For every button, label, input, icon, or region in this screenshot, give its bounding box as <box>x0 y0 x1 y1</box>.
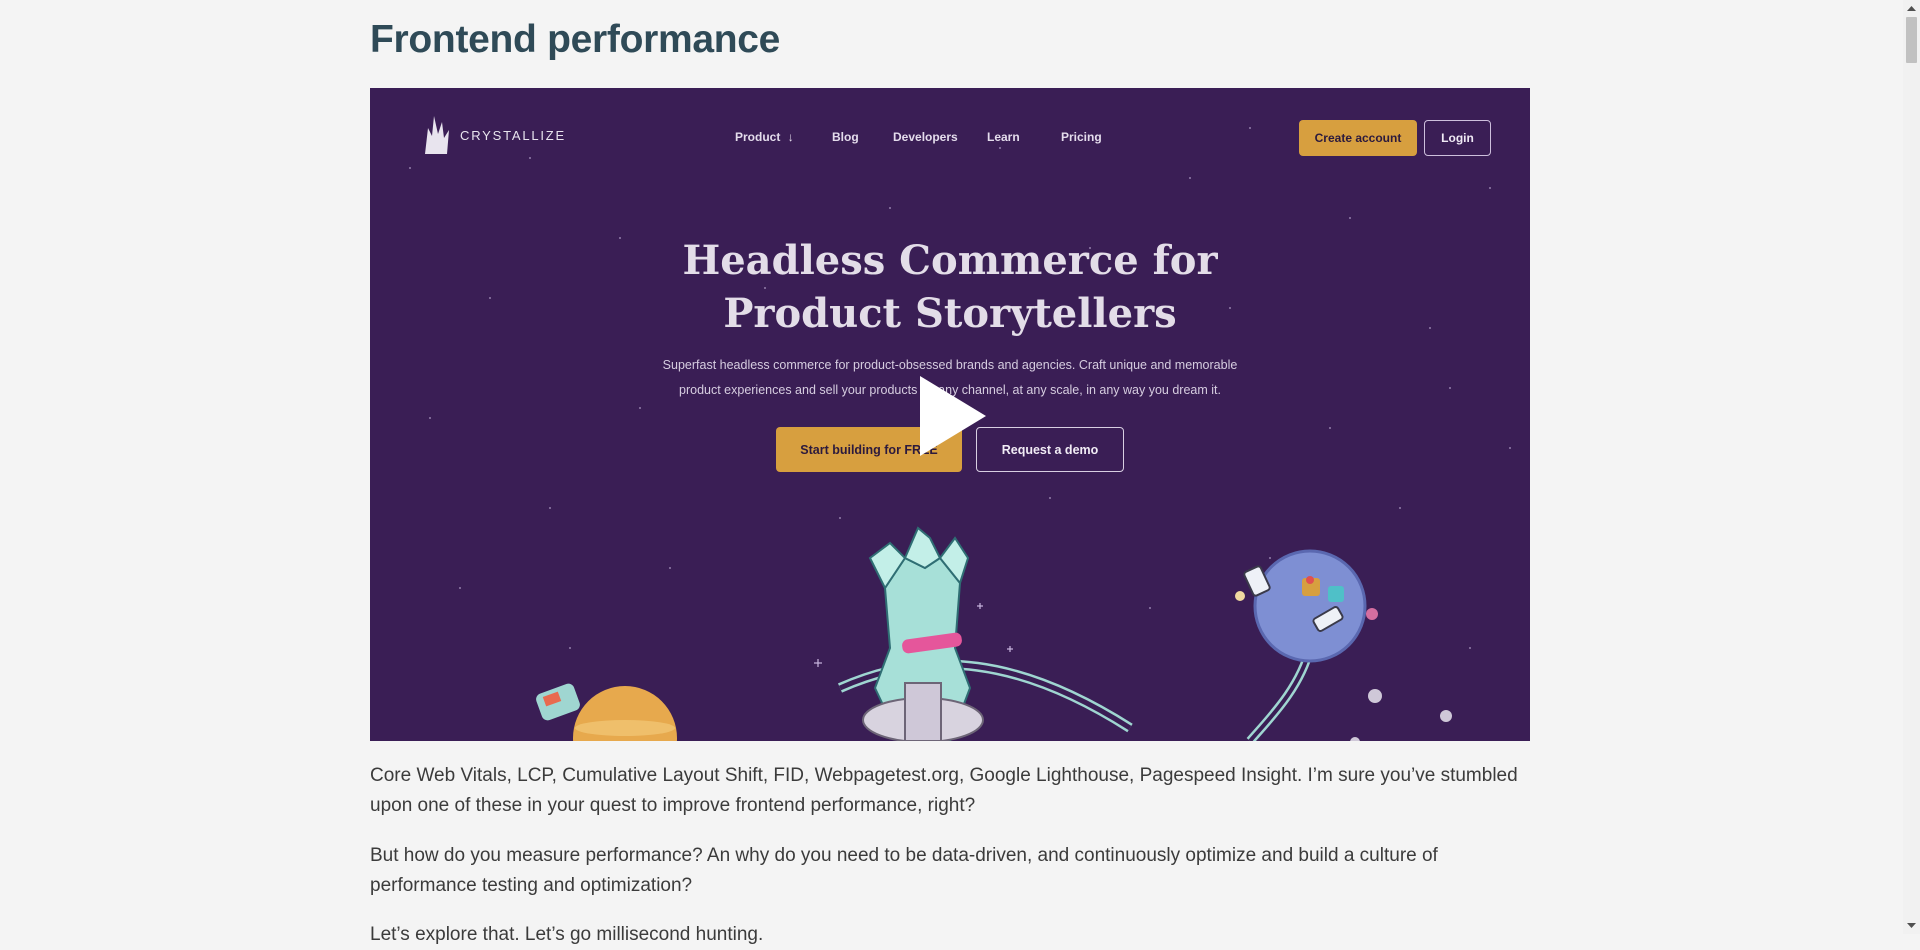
article-paragraph: But how do you measure performance? An w… <box>370 845 1438 896</box>
scroll-up-arrow-icon[interactable] <box>1903 0 1920 17</box>
scroll-down-arrow-icon[interactable] <box>1903 917 1920 934</box>
vertical-scrollbar[interactable] <box>1903 0 1920 934</box>
hero-video[interactable]: CRYSTALLIZE Product ↓ Blog Developers Le… <box>370 88 1530 741</box>
article-paragraph: Core Web Vitals, LCP, Cumulative Layout … <box>370 765 1518 816</box>
play-icon[interactable] <box>916 374 988 458</box>
article-paragraph: Let’s explore that. Let’s go millisecond… <box>370 924 764 945</box>
scrollbar-thumb[interactable] <box>1906 17 1917 63</box>
page-title: Frontend performance <box>370 18 781 61</box>
